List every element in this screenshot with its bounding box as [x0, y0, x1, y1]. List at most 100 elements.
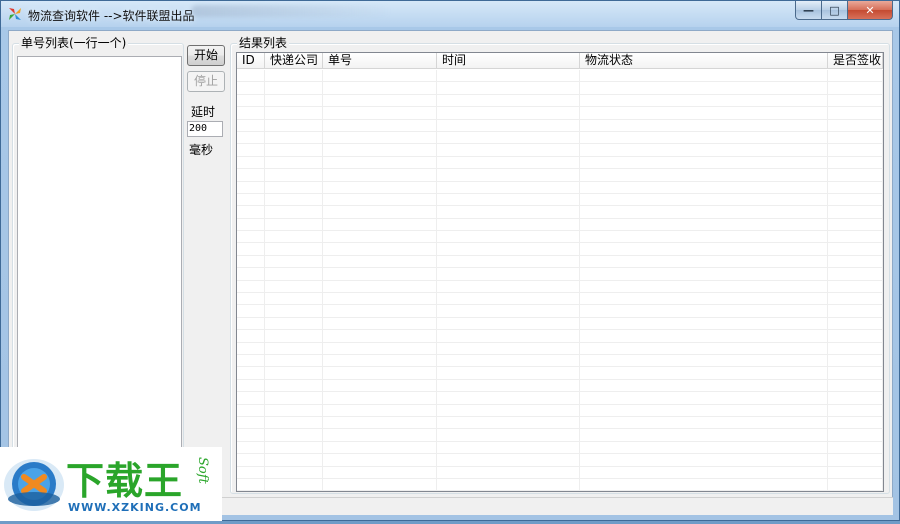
table-row[interactable]: [237, 218, 883, 232]
table-cell: [580, 218, 828, 231]
table-row[interactable]: [237, 231, 883, 244]
table-row[interactable]: [237, 305, 883, 318]
table-cell: [437, 94, 580, 107]
tracking-list-label: 单号列表(一行一个): [19, 36, 129, 50]
table-cell: [323, 416, 437, 429]
table-row[interactable]: [237, 131, 883, 145]
table-cell: [237, 379, 265, 392]
table-row[interactable]: [237, 169, 883, 182]
table-row[interactable]: [237, 404, 883, 417]
table-cell: [828, 144, 883, 156]
table-cell: [237, 107, 265, 119]
table-cell: [265, 392, 323, 404]
table-row[interactable]: [237, 144, 883, 157]
table-cell: [265, 280, 323, 293]
table-cell: [265, 181, 323, 193]
stop-button[interactable]: 停止: [187, 71, 225, 92]
table-row[interactable]: [237, 379, 883, 393]
table-cell: [828, 354, 883, 367]
table-cell: [828, 379, 883, 392]
table-row[interactable]: [237, 82, 883, 95]
brand-side-text: Soft: [195, 457, 210, 484]
table-row[interactable]: [237, 330, 883, 343]
close-button[interactable]: ✕: [848, 1, 893, 20]
table-row[interactable]: [237, 280, 883, 294]
table-cell: [580, 156, 828, 169]
table-cell: [237, 478, 265, 491]
table-row[interactable]: [237, 317, 883, 331]
table-cell: [437, 367, 580, 379]
table-row[interactable]: [237, 193, 883, 207]
column-header-time[interactable]: 时间: [437, 53, 580, 69]
table-row[interactable]: [237, 268, 883, 281]
table-cell: [580, 107, 828, 119]
table-cell: [580, 169, 828, 181]
table-cell: [580, 305, 828, 317]
table-row[interactable]: [237, 243, 883, 256]
table-cell: [237, 206, 265, 218]
table-row[interactable]: [237, 441, 883, 455]
table-cell: [265, 354, 323, 367]
title-bar[interactable]: 物流查询软件 -->软件联盟出品 — □ ✕: [1, 1, 899, 27]
table-cell: [580, 392, 828, 404]
table-row[interactable]: [237, 429, 883, 442]
table-row[interactable]: [237, 367, 883, 380]
table-row[interactable]: [237, 342, 883, 355]
table-cell: [828, 392, 883, 404]
minimize-button[interactable]: —: [795, 1, 822, 20]
column-header-status[interactable]: 物流状态: [580, 53, 828, 69]
table-cell: [265, 268, 323, 280]
table-cell: [323, 367, 437, 379]
table-row[interactable]: [237, 392, 883, 405]
table-cell: [828, 416, 883, 429]
table-cell: [828, 466, 883, 478]
table-row[interactable]: [237, 70, 883, 83]
table-row[interactable]: [237, 293, 883, 306]
table-cell: [828, 330, 883, 342]
results-table[interactable]: ID 快递公司 单号 时间 物流状态 是否签收: [236, 52, 884, 492]
table-row[interactable]: [237, 454, 883, 467]
table-cell: [237, 193, 265, 206]
column-header-id[interactable]: ID: [237, 53, 265, 69]
brand-name: 下载王: [66, 459, 184, 503]
table-row[interactable]: [237, 107, 883, 120]
table-cell: [580, 317, 828, 330]
table-cell: [265, 404, 323, 416]
column-header-tracking-number[interactable]: 单号: [323, 53, 437, 69]
tracking-numbers-input[interactable]: [17, 56, 182, 496]
table-cell: [323, 305, 437, 317]
table-cell: [323, 218, 437, 231]
table-cell: [265, 379, 323, 392]
table-cell: [265, 466, 323, 478]
table-row[interactable]: [237, 466, 883, 479]
delay-input[interactable]: 200: [187, 121, 223, 137]
maximize-button[interactable]: □: [822, 1, 848, 20]
table-cell: [237, 293, 265, 305]
table-cell: [437, 169, 580, 181]
table-cell: [237, 231, 265, 243]
table-row[interactable]: [237, 156, 883, 170]
table-cell: [828, 342, 883, 354]
column-header-signed[interactable]: 是否签收: [828, 53, 883, 69]
table-row[interactable]: [237, 206, 883, 219]
table-cell: [237, 305, 265, 317]
delay-unit-label: 毫秒: [189, 143, 214, 157]
table-cell: [237, 354, 265, 367]
table-cell: [828, 441, 883, 454]
table-row[interactable]: [237, 181, 883, 194]
table-cell: [265, 82, 323, 94]
table-cell: [580, 429, 828, 441]
table-row[interactable]: [237, 354, 883, 368]
table-cell: [237, 131, 265, 144]
table-row[interactable]: [237, 478, 883, 491]
table-cell: [828, 255, 883, 268]
column-header-courier[interactable]: 快递公司: [265, 53, 323, 69]
table-cell: [580, 454, 828, 466]
start-button[interactable]: 开始: [187, 45, 225, 66]
table-row[interactable]: [237, 416, 883, 430]
table-cell: [828, 107, 883, 119]
table-row[interactable]: [237, 119, 883, 132]
table-row[interactable]: [237, 255, 883, 269]
table-row[interactable]: [237, 94, 883, 108]
table-cell: [323, 478, 437, 491]
